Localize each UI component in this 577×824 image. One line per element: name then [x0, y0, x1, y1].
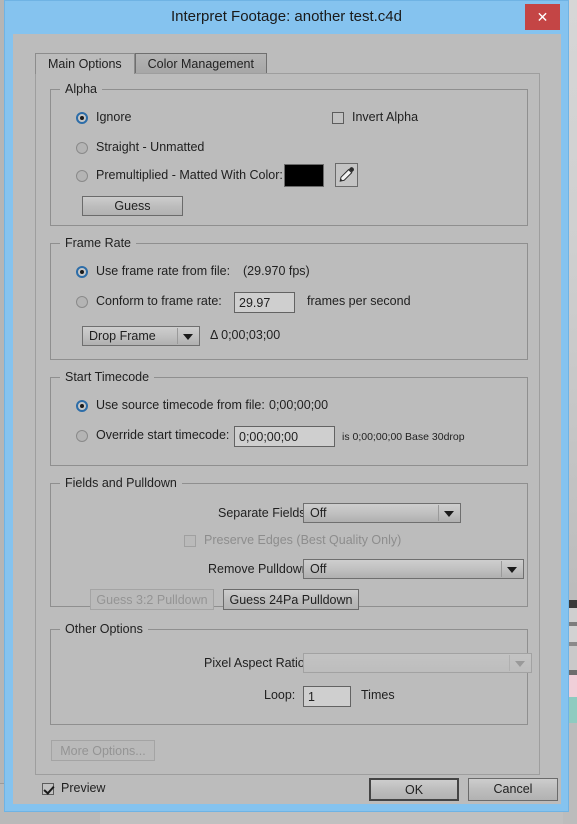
fields-pulldown-group-title: Fields and Pulldown: [60, 476, 182, 490]
label-times: Times: [361, 688, 395, 702]
conform-frame-rate-input[interactable]: 29.97: [234, 292, 295, 313]
timecode-mode-dropdown[interactable]: Drop Frame: [82, 326, 200, 346]
label-alpha-premultiplied: Premultiplied - Matted With Color:: [96, 168, 283, 182]
other-options-group: Other Options Pixel Aspect Ratio: Loop: …: [50, 622, 532, 725]
label-separate-fields: Separate Fields:: [218, 506, 310, 520]
label-preview: Preview: [61, 781, 106, 795]
more-options-button[interactable]: More Options...: [51, 740, 155, 761]
radio-conform-to-frame-rate[interactable]: [76, 296, 88, 308]
pixel-aspect-ratio-dropdown[interactable]: [303, 653, 532, 673]
label-preserve-edges: Preserve Edges (Best Quality Only): [204, 533, 402, 547]
radio-alpha-premultiplied[interactable]: [76, 170, 88, 182]
label-remove-pulldown: Remove Pulldown:: [208, 562, 313, 576]
label-loop: Loop:: [264, 688, 296, 702]
override-timecode-input[interactable]: 0;00;00;00: [234, 426, 335, 447]
label-alpha-ignore: Ignore: [96, 110, 132, 124]
label-override-timecode-info: is 0;00;00;00 Base 30drop: [342, 431, 465, 443]
radio-alpha-ignore[interactable]: [76, 112, 88, 124]
label-use-source-timecode: Use source timecode from file:: [96, 398, 265, 412]
dialog-title: Interpret Footage: another test.c4d: [171, 8, 402, 25]
chevron-down-icon: [507, 567, 517, 573]
start-timecode-group-title: Start Timecode: [60, 370, 155, 384]
checkbox-preserve-edges[interactable]: [184, 535, 196, 547]
chevron-down-icon: [444, 511, 454, 517]
label-use-frame-rate-from-file: Use frame rate from file:: [96, 264, 231, 278]
timecode-mode-value: Drop Frame: [89, 329, 156, 343]
close-icon[interactable]: ✕: [525, 4, 560, 30]
other-options-group-title: Other Options: [60, 622, 148, 636]
tab-color-management[interactable]: Color Management: [134, 53, 267, 74]
tab-main-options[interactable]: Main Options: [35, 53, 135, 74]
checkbox-invert-alpha[interactable]: [332, 112, 344, 124]
remove-pulldown-dropdown[interactable]: Off: [303, 559, 524, 579]
alpha-group: Alpha Ignore Invert Alpha Straight - Unm…: [50, 82, 528, 226]
value-source-timecode: 0;00;00;00: [269, 398, 329, 412]
tab-bar: Main Options Color Management: [35, 52, 267, 74]
label-timecode-delta: Δ 0;00;03;00: [210, 328, 281, 342]
guess-32-pulldown-button[interactable]: Guess 3:2 Pulldown: [90, 589, 214, 610]
value-file-frame-rate: (29.970 fps): [243, 264, 310, 278]
separate-fields-value: Off: [310, 506, 327, 520]
ok-button[interactable]: OK: [369, 778, 459, 801]
dialog-titlebar[interactable]: Interpret Footage: another test.c4d ✕: [5, 1, 568, 34]
label-frames-per-second: frames per second: [307, 294, 411, 308]
remove-pulldown-value: Off: [310, 562, 327, 576]
radio-use-source-timecode[interactable]: [76, 400, 88, 412]
radio-alpha-straight[interactable]: [76, 142, 88, 154]
eyedropper-icon[interactable]: [335, 163, 358, 187]
main-options-panel: Alpha Ignore Invert Alpha Straight - Unm…: [35, 73, 540, 775]
chevron-down-icon: [515, 661, 525, 667]
dropdown-separator: [509, 655, 510, 671]
guess-alpha-button[interactable]: Guess: [82, 196, 183, 216]
loop-count-input[interactable]: 1: [303, 686, 351, 707]
frame-rate-group-title: Frame Rate: [60, 236, 136, 250]
checkbox-preview[interactable]: [42, 783, 54, 795]
chevron-down-icon: [183, 334, 193, 340]
label-invert-alpha: Invert Alpha: [352, 110, 419, 124]
start-timecode-group: Start Timecode Use source timecode from …: [50, 370, 528, 466]
frame-rate-group: Frame Rate Use frame rate from file: (29…: [50, 236, 528, 360]
label-conform-to-frame-rate: Conform to frame rate:: [96, 294, 222, 308]
dropdown-separator: [438, 505, 439, 521]
label-override-start-timecode: Override start timecode:: [96, 428, 230, 442]
separate-fields-dropdown[interactable]: Off: [303, 503, 461, 523]
radio-override-start-timecode[interactable]: [76, 430, 88, 442]
alpha-group-title: Alpha: [60, 82, 102, 96]
radio-use-frame-rate-from-file[interactable]: [76, 266, 88, 278]
fields-pulldown-group: Fields and Pulldown Separate Fields: Off…: [50, 476, 528, 610]
guess-24pa-pulldown-button[interactable]: Guess 24Pa Pulldown: [223, 589, 359, 610]
dialog-body: Main Options Color Management Alpha Igno…: [13, 34, 561, 804]
dropdown-separator: [177, 328, 178, 344]
cancel-button[interactable]: Cancel: [468, 778, 558, 801]
interpret-footage-dialog: Interpret Footage: another test.c4d ✕ Ma…: [4, 0, 569, 812]
label-alpha-straight: Straight - Unmatted: [96, 140, 205, 154]
dropdown-separator: [501, 561, 502, 577]
label-pixel-aspect-ratio: Pixel Aspect Ratio:: [204, 656, 309, 670]
matte-color-swatch[interactable]: [284, 164, 324, 187]
